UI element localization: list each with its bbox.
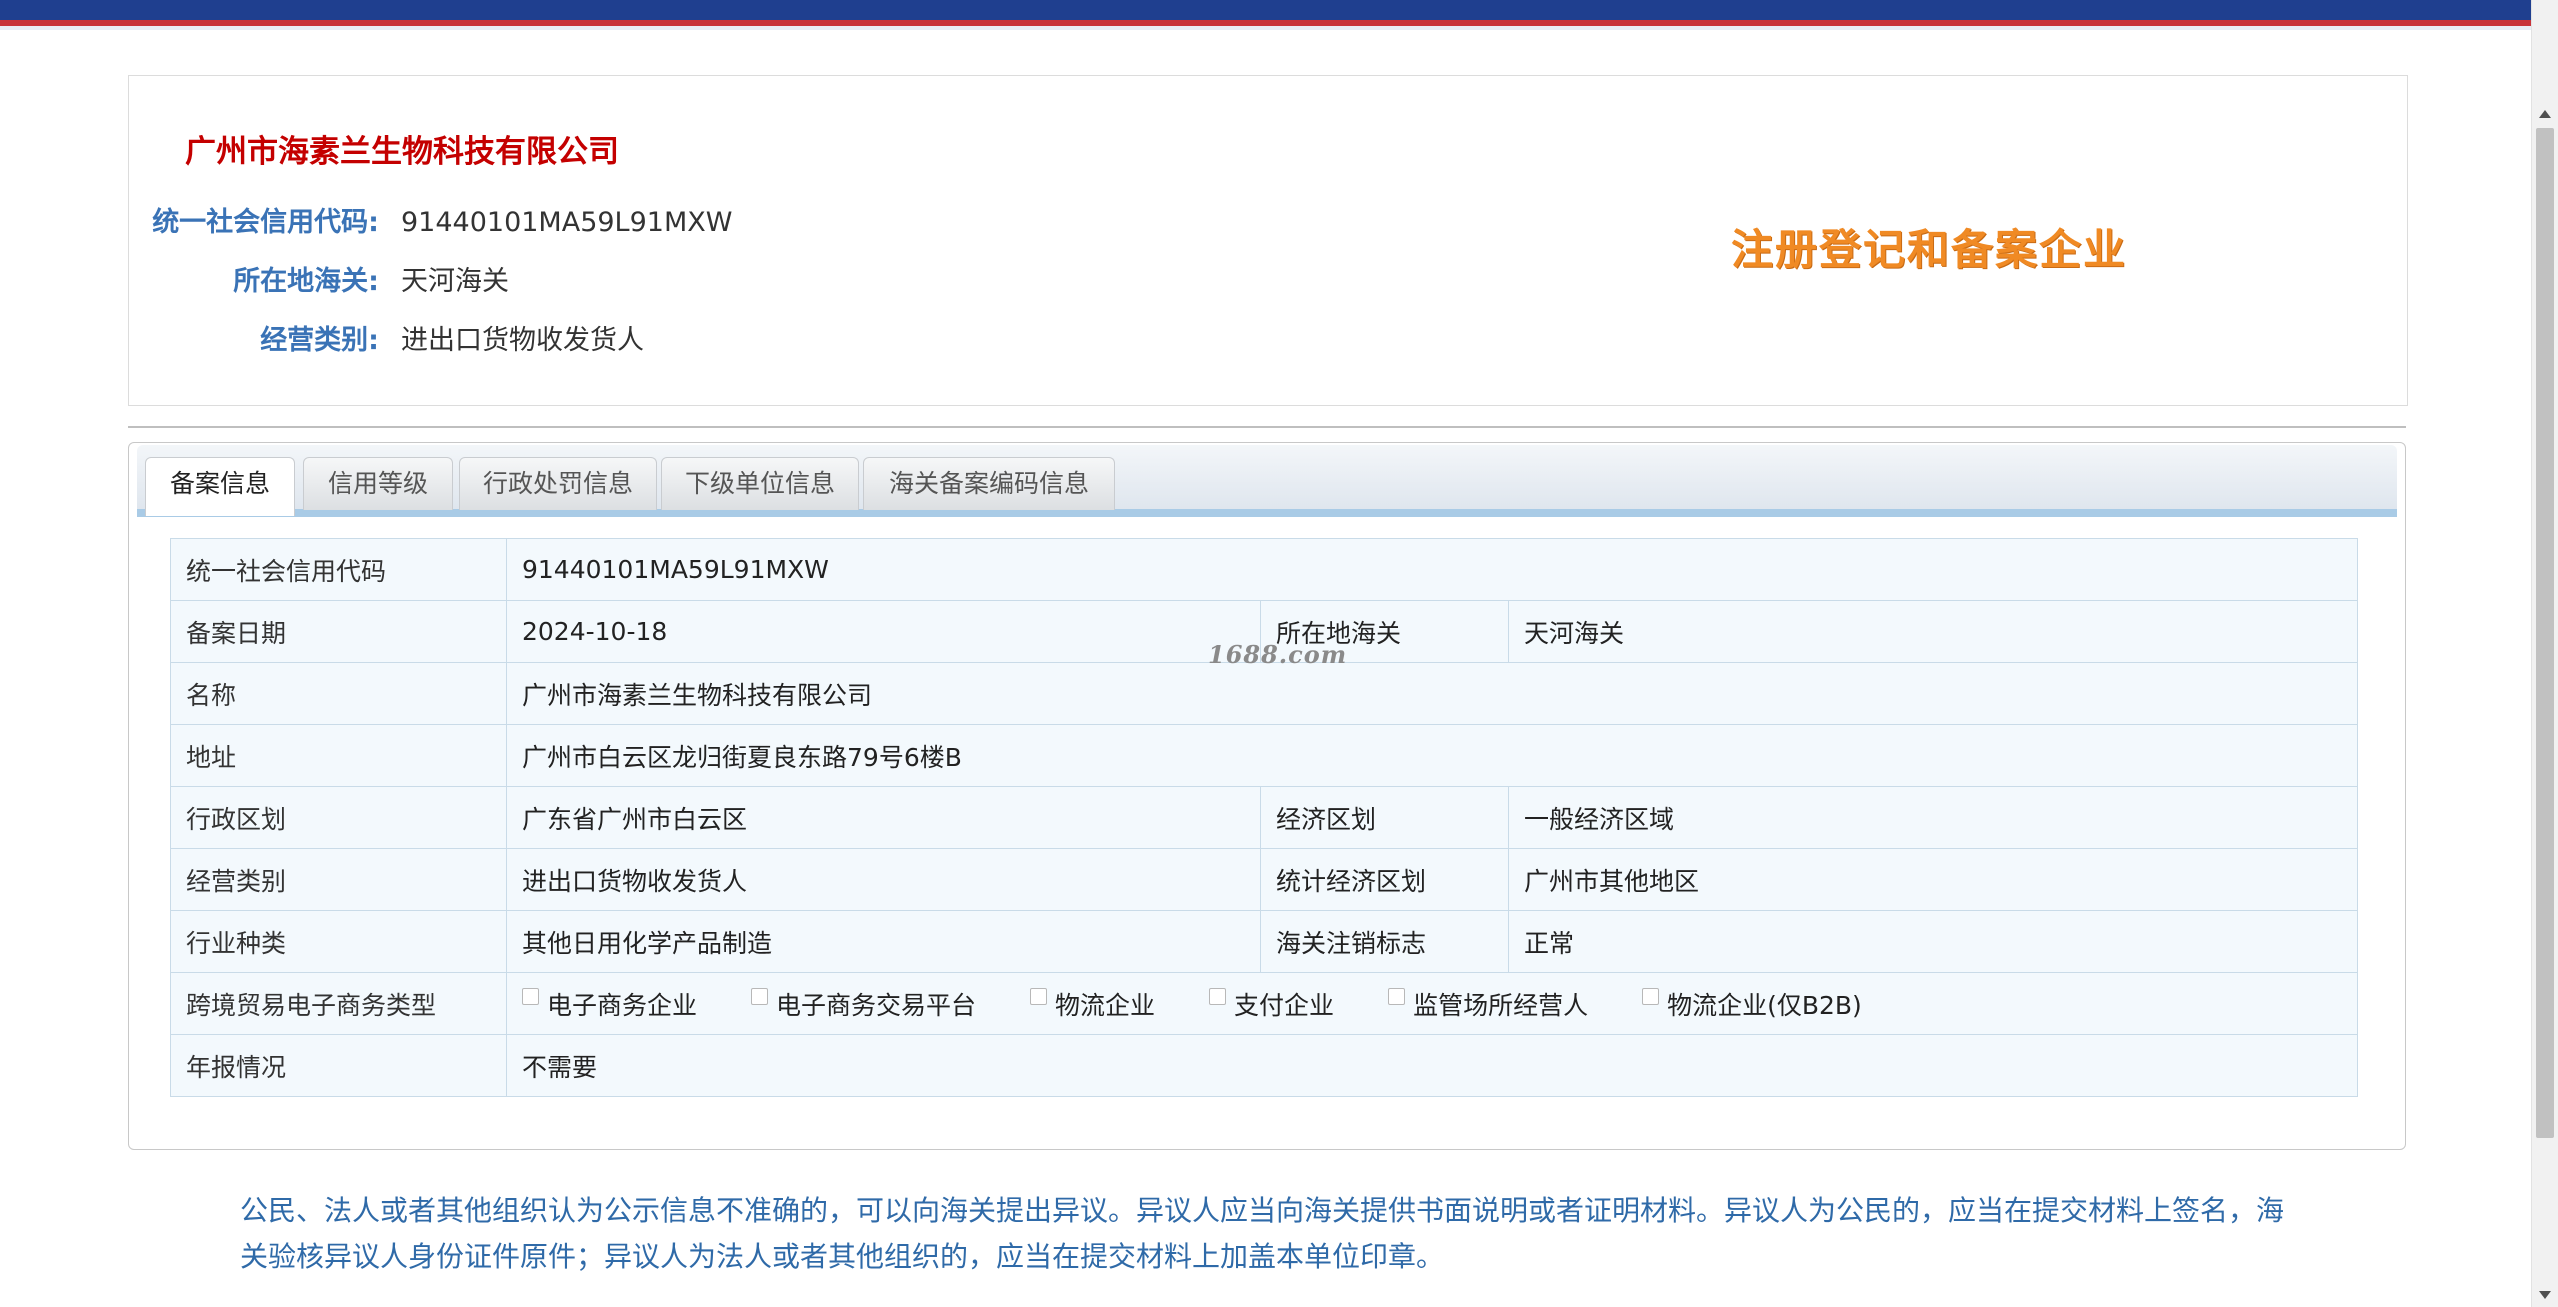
customs-cell: 天河海关: [1508, 600, 2358, 663]
econ-region-key: 经济区划: [1260, 786, 1509, 849]
customs-value: 天河海关: [401, 266, 509, 297]
checkbox-ecommerce-enterprise[interactable]: [522, 987, 539, 1005]
ecommerce-option: 支付企业: [1209, 986, 1334, 1022]
watermark-1688: 1688.com: [1208, 640, 1348, 669]
table-row: 名称 广州市海素兰生物科技有限公司: [170, 662, 2358, 725]
registration-stamp: 注册登记和备案企业: [1730, 225, 2127, 274]
ecommerce-options-cell: 电子商务企业 电子商务交易平台 物流企业 支付企业 监管场所经营人 物流企业(仅B2B): [506, 972, 2358, 1035]
admin-region-key: 行政区划: [170, 786, 507, 849]
company-name-title: 广州市海素兰生物科技有限公司: [185, 134, 619, 170]
address-key: 地址: [170, 724, 507, 787]
record-date-cell: 2024-10-18: [506, 600, 1261, 663]
annual-report-cell: 不需要: [506, 1034, 2358, 1097]
customs-label: 所在地海关:: [233, 266, 379, 297]
checkbox-logistics[interactable]: [1030, 987, 1048, 1005]
checkbox-label: 电子商务企业: [547, 990, 698, 1020]
credit-code-value: 91440101MA59L91MXW: [401, 207, 733, 238]
business-type-key: 经营类别: [170, 848, 507, 911]
scroll-up-arrow-icon[interactable]: [2539, 110, 2551, 118]
address-cell: 广州市白云区龙归街夏良东路79号6楼B: [506, 724, 2358, 787]
business-type-row: 经营类别: 进出口货物收发货人: [99, 318, 644, 357]
credit-code-key: 统一社会信用代码: [170, 538, 507, 601]
ecommerce-option: 监管场所经营人: [1388, 986, 1588, 1022]
checkbox-payment[interactable]: [1209, 987, 1227, 1005]
ecommerce-option: 电子商务企业: [522, 986, 697, 1022]
econ-region-cell: 一般经济区域: [1508, 786, 2358, 849]
tab-admin-penalty[interactable]: 行政处罚信息: [459, 457, 657, 510]
tab-bar: 备案信息 信用等级 行政处罚信息 下级单位信息 海关备案编码信息: [137, 445, 2397, 517]
checkbox-supervision-operator[interactable]: [1388, 987, 1406, 1005]
cancel-flag-key: 海关注销标志: [1260, 910, 1509, 973]
checkbox-label: 监管场所经营人: [1413, 990, 1589, 1020]
table-row: 跨境贸易电子商务类型 电子商务企业 电子商务交易平台 物流企业 支付企业 监管场所经营人…: [170, 972, 2358, 1035]
tab-customs-code[interactable]: 海关备案编码信息: [863, 457, 1115, 510]
cancel-flag-cell: 正常: [1508, 910, 2358, 973]
ecommerce-option: 物流企业: [1030, 986, 1155, 1022]
tab-sub-units[interactable]: 下级单位信息: [661, 457, 859, 510]
industry-cell: 其他日用化学产品制造: [506, 910, 1261, 973]
credit-code-label: 统一社会信用代码:: [152, 207, 379, 238]
record-date-key: 备案日期: [170, 600, 507, 663]
checkbox-label: 物流企业: [1055, 990, 1156, 1020]
industry-key: 行业种类: [170, 910, 507, 973]
name-key: 名称: [170, 662, 507, 725]
scroll-down-arrow-icon[interactable]: [2539, 1291, 2551, 1299]
checkbox-label: 电子商务交易平台: [776, 990, 977, 1020]
customs-row: 所在地海关: 天河海关: [99, 259, 509, 298]
table-row: 年报情况 不需要: [170, 1034, 2358, 1097]
name-cell: 广州市海素兰生物科技有限公司: [506, 662, 2358, 725]
business-type-label: 经营类别:: [260, 325, 379, 356]
stat-region-cell: 广州市其他地区: [1508, 848, 2358, 911]
admin-region-cell: 广东省广州市白云区: [506, 786, 1261, 849]
scroll-thumb[interactable]: [2536, 128, 2554, 1138]
table-row: 行政区划 广东省广州市白云区 经济区划 一般经济区域: [170, 786, 2358, 849]
tab-record-info[interactable]: 备案信息: [145, 457, 295, 516]
table-row: 地址 广州市白云区龙归街夏良东路79号6楼B: [170, 724, 2358, 787]
checkbox-ecommerce-platform[interactable]: [751, 987, 769, 1005]
company-header-card: 广州市海素兰生物科技有限公司 统一社会信用代码: 91440101MA59L91M…: [128, 75, 2408, 406]
ecommerce-option: 电子商务交易平台: [751, 986, 976, 1022]
stat-region-key: 统计经济区划: [1260, 848, 1509, 911]
section-divider: [128, 426, 2406, 428]
credit-code-cell: 91440101MA59L91MXW: [506, 538, 2358, 601]
tab-credit-level[interactable]: 信用等级: [303, 457, 453, 510]
business-type-value: 进出口货物收发货人: [401, 325, 644, 356]
annual-report-key: 年报情况: [170, 1034, 507, 1097]
table-row: 统一社会信用代码 91440101MA59L91MXW: [170, 538, 2358, 601]
record-info-table: 统一社会信用代码 91440101MA59L91MXW 备案日期 2024-10…: [170, 538, 2358, 1097]
vertical-scrollbar[interactable]: [2531, 0, 2558, 1307]
top-banner-bar: [0, 0, 2532, 30]
credit-code-row: 统一社会信用代码: 91440101MA59L91MXW: [99, 200, 732, 239]
ecommerce-option: 物流企业(仅B2B): [1642, 986, 1862, 1022]
checkbox-label: 支付企业: [1234, 990, 1335, 1020]
checkbox-logistics-b2b[interactable]: [1642, 987, 1660, 1005]
objection-notice: 公民、法人或者其他组织认为公示信息不准确的，可以向海关提出异议。异议人应当向海关…: [240, 1194, 2285, 1273]
table-row: 经营类别 进出口货物收发货人 统计经济区划 广州市其他地区: [170, 848, 2358, 911]
table-row: 行业种类 其他日用化学产品制造 海关注销标志 正常: [170, 910, 2358, 973]
checkbox-label: 物流企业(仅B2B): [1667, 990, 1862, 1020]
ecommerce-key: 跨境贸易电子商务类型: [170, 972, 507, 1035]
business-type-cell: 进出口货物收发货人: [506, 848, 1261, 911]
